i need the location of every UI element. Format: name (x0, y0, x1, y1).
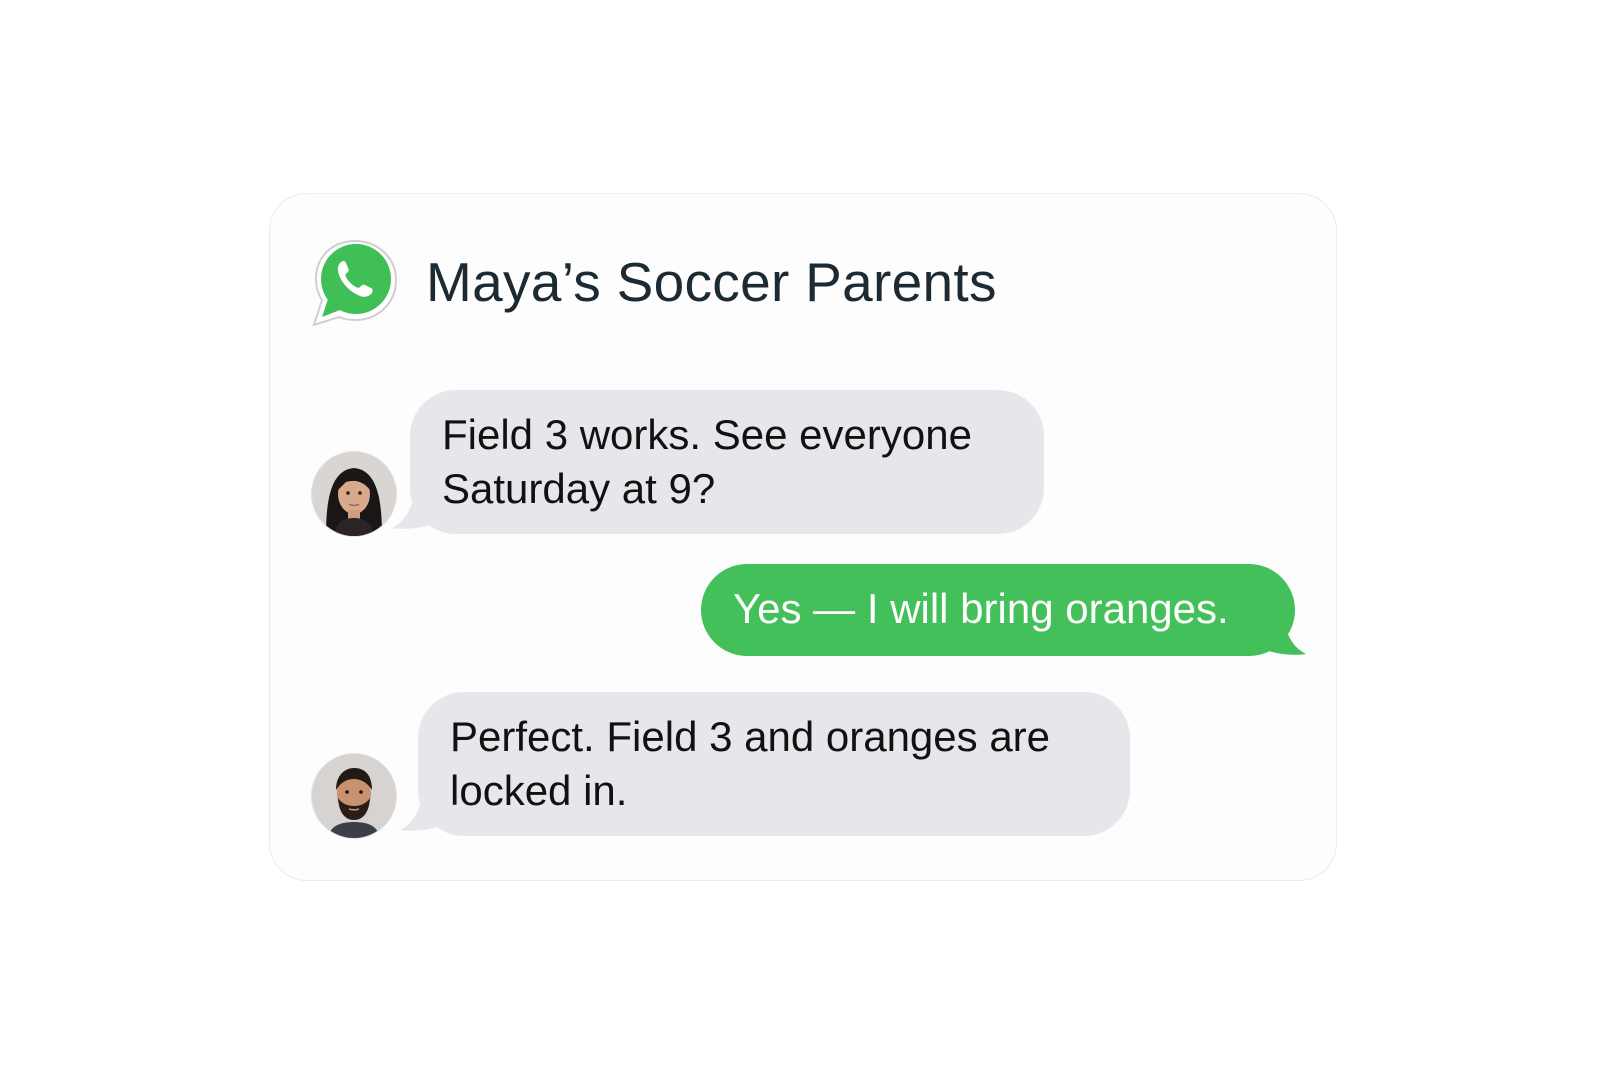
group-title: Maya’s Soccer Parents (426, 251, 997, 313)
message-bubble[interactable]: Perfect. Field 3 and oranges are locked … (418, 692, 1130, 836)
man-avatar (312, 754, 396, 838)
message-text: Yes — I will bring oranges. (733, 585, 1229, 632)
chat-header: Maya’s Soccer Parents (310, 236, 997, 328)
message-text: Perfect. Field 3 and oranges are locked … (450, 713, 1051, 814)
woman-avatar (312, 452, 396, 536)
message-text: Field 3 works. See everyone Saturday at … (442, 411, 972, 512)
chat-card: Maya’s Soccer Parents Field 3 works. See… (269, 193, 1337, 881)
whatsapp-icon (310, 237, 400, 327)
message-bubble[interactable]: Field 3 works. See everyone Saturday at … (410, 390, 1044, 534)
message-bubble[interactable]: Yes — I will bring oranges. (701, 564, 1295, 656)
